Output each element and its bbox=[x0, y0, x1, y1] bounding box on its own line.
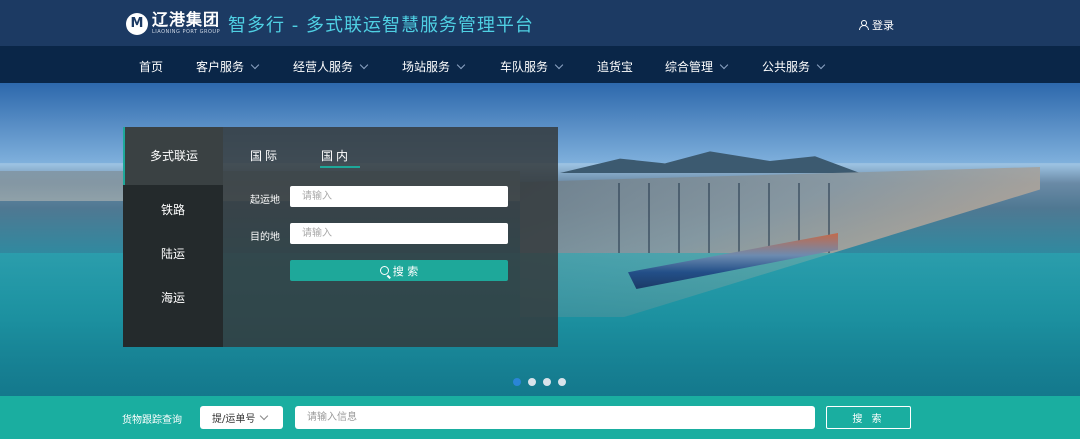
active-tab-indicator bbox=[320, 166, 360, 168]
tracking-search-button[interactable]: 搜 索 bbox=[826, 406, 911, 429]
login-link[interactable]: 登录 bbox=[858, 17, 894, 33]
chevron-down-icon bbox=[719, 60, 729, 69]
destination-input[interactable] bbox=[290, 223, 508, 244]
chevron-down-icon bbox=[554, 60, 564, 69]
logo-subtitle: LIAONING PORT GROUP bbox=[152, 29, 221, 35]
origin-input[interactable] bbox=[290, 186, 508, 207]
nav-item-fleet-service[interactable]: 车队服务 bbox=[500, 58, 564, 75]
transport-search-panel: 多式联运 铁路 陆运 海运 国际 国内 起运地 目的地 搜 索 bbox=[123, 127, 558, 347]
search-button[interactable]: 搜 索 bbox=[290, 260, 508, 281]
search-icon bbox=[379, 266, 389, 275]
nav-item-general-management[interactable]: 综合管理 bbox=[665, 58, 729, 75]
chevron-down-icon bbox=[260, 411, 269, 420]
transport-mode-menu: 多式联运 铁路 陆运 海运 bbox=[123, 127, 223, 347]
nav-label: 综合管理 bbox=[665, 60, 714, 74]
tab-international[interactable]: 国际 bbox=[250, 147, 280, 164]
nav-item-public-service[interactable]: 公共服务 bbox=[762, 58, 826, 75]
tracking-input[interactable] bbox=[295, 406, 815, 429]
nav-label: 车队服务 bbox=[500, 60, 549, 74]
nav-label: 客户服务 bbox=[196, 60, 245, 74]
tracking-type-select[interactable]: 提/运单号 bbox=[200, 406, 283, 429]
chevron-down-icon bbox=[359, 60, 369, 69]
cargo-tracking-bar: 货物跟踪查询 提/运单号 搜 索 bbox=[0, 396, 1080, 439]
tracking-label: 货物跟踪查询 bbox=[122, 415, 182, 426]
carousel-dot[interactable] bbox=[558, 378, 566, 386]
origin-label: 起运地 bbox=[250, 195, 280, 206]
search-button-label: 搜 索 bbox=[392, 264, 419, 278]
user-icon bbox=[858, 20, 869, 30]
nav-item-home[interactable]: 首页 bbox=[139, 58, 163, 75]
platform-title: 智多行 - 多式联运智慧服务管理平台 bbox=[228, 15, 534, 36]
nav-item-operator-service[interactable]: 经营人服务 bbox=[293, 58, 369, 75]
mode-item-road[interactable]: 陆运 bbox=[123, 245, 223, 262]
carousel-dot[interactable] bbox=[528, 378, 536, 386]
top-header: M 辽港集团 LIAONING PORT GROUP 智多行 - 多式联运智慧服… bbox=[0, 0, 1080, 46]
nav-label: 追货宝 bbox=[597, 60, 634, 74]
nav-label: 公共服务 bbox=[762, 60, 811, 74]
carousel-dot[interactable] bbox=[513, 378, 521, 386]
mode-item-multimodal[interactable]: 多式联运 bbox=[123, 127, 223, 185]
tracking-type-value: 提/运单号 bbox=[212, 414, 256, 425]
nav-label: 经营人服务 bbox=[293, 60, 354, 74]
nav-item-customer-service[interactable]: 客户服务 bbox=[196, 58, 260, 75]
brand-logo[interactable]: M 辽港集团 LIAONING PORT GROUP bbox=[126, 12, 220, 35]
mode-item-railway[interactable]: 铁路 bbox=[123, 201, 223, 218]
logo-name: 辽港集团 bbox=[152, 10, 221, 29]
carousel-dots bbox=[513, 378, 566, 386]
nav-item-cargo-tracker[interactable]: 追货宝 bbox=[597, 58, 633, 75]
destination-label: 目的地 bbox=[250, 232, 280, 243]
chevron-down-icon bbox=[816, 60, 826, 69]
search-form: 国际 国内 起运地 目的地 搜 索 bbox=[223, 127, 558, 347]
chevron-down-icon bbox=[456, 60, 466, 69]
nav-label: 首页 bbox=[139, 60, 164, 74]
mode-item-sea[interactable]: 海运 bbox=[123, 289, 223, 306]
chevron-down-icon bbox=[250, 60, 260, 69]
tab-domestic[interactable]: 国内 bbox=[321, 147, 351, 164]
main-nav: 首页 客户服务 经营人服务 场站服务 车队服务 追货宝 综合管理 公共服务 bbox=[0, 46, 1080, 83]
nav-label: 场站服务 bbox=[402, 60, 451, 74]
login-label: 登录 bbox=[872, 19, 894, 32]
nav-item-station-service[interactable]: 场站服务 bbox=[402, 58, 466, 75]
carousel-dot[interactable] bbox=[543, 378, 551, 386]
logo-icon: M bbox=[126, 12, 148, 35]
